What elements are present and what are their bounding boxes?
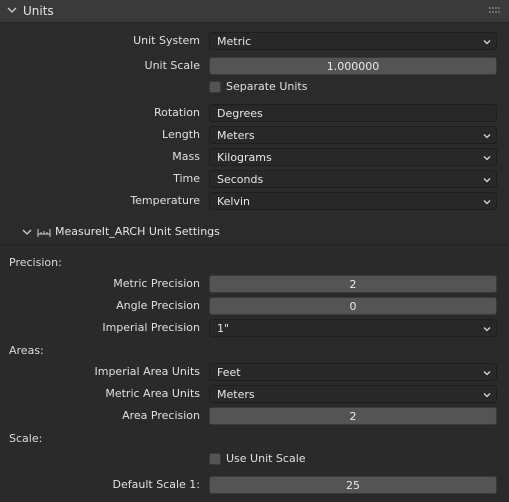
imperial-area-units-label: Imperial Area Units [94, 365, 200, 378]
rotation-label: Rotation [153, 106, 200, 119]
angle-precision-field[interactable]: 0 [209, 297, 497, 315]
chevron-down-icon [483, 178, 491, 183]
unit-scale-field[interactable]: 1.000000 [209, 57, 497, 75]
temperature-value: Kelvin [217, 195, 251, 208]
mass-value: Kilograms [217, 151, 272, 164]
chevron-down-icon [483, 371, 491, 376]
measureit-subpanel-title: MeasureIt_ARCH Unit Settings [55, 225, 220, 238]
mass-label: Mass [172, 150, 200, 163]
precision-section-label: Precision: [9, 256, 62, 269]
metric-precision-field[interactable]: 2 [209, 275, 497, 293]
angle-precision-label: Angle Precision [116, 299, 200, 312]
areas-section-label: Areas: [9, 344, 44, 357]
metric-precision-label: Metric Precision [113, 277, 200, 290]
length-label: Length [162, 128, 200, 141]
ruler-icon [37, 229, 51, 237]
length-value: Meters [217, 129, 255, 142]
rotation-dropdown[interactable]: Degrees [209, 104, 497, 122]
time-label: Time [173, 172, 200, 185]
metric-area-units-dropdown[interactable]: Meters [209, 385, 497, 403]
metric-precision-value: 2 [349, 278, 357, 291]
measureit-subpanel-header[interactable]: MeasureIt_ARCH Unit Settings [0, 222, 509, 242]
angle-precision-value: 0 [349, 300, 357, 313]
scale-section-label: Scale: [9, 432, 43, 445]
default-scale-value: 25 [346, 479, 360, 492]
chevron-down-icon [483, 156, 491, 161]
default-scale-field[interactable]: 25 [209, 476, 497, 494]
use-unit-scale-checkbox[interactable] [209, 453, 221, 465]
units-panel-header[interactable]: Units [0, 0, 509, 23]
time-value: Seconds [217, 173, 264, 186]
area-precision-value: 2 [349, 410, 357, 423]
area-precision-label: Area Precision [122, 409, 200, 422]
panel-title: Units [23, 4, 54, 18]
drag-handle-icon[interactable] [489, 7, 501, 15]
use-unit-scale-label: Use Unit Scale [226, 452, 306, 465]
chevron-down-icon [483, 393, 491, 398]
chevron-down-icon [483, 327, 491, 332]
temperature-label: Temperature [130, 194, 200, 207]
default-scale-label: Default Scale 1: [112, 478, 200, 491]
unit-system-label: Unit System [133, 34, 200, 47]
area-precision-field[interactable]: 2 [209, 407, 497, 425]
unit-system-dropdown[interactable]: Metric [209, 32, 497, 50]
use-unit-scale-toggle[interactable]: Use Unit Scale [209, 452, 329, 468]
imperial-area-units-value: Feet [217, 366, 241, 379]
temperature-dropdown[interactable]: Kelvin [209, 192, 497, 210]
unit-scale-label: Unit Scale [144, 59, 200, 72]
imperial-precision-label: Imperial Precision [102, 321, 200, 334]
chevron-down-icon [483, 134, 491, 139]
chevron-down-icon[interactable] [6, 4, 18, 16]
rotation-value: Degrees [217, 107, 263, 120]
mass-dropdown[interactable]: Kilograms [209, 148, 497, 166]
separate-units-label: Separate Units [226, 80, 308, 93]
chevron-down-icon[interactable] [21, 226, 33, 238]
imperial-precision-dropdown[interactable]: 1" [209, 319, 497, 337]
separate-units-checkbox[interactable] [209, 81, 221, 93]
unit-system-value: Metric [217, 35, 252, 48]
chevron-down-icon [483, 40, 491, 45]
length-dropdown[interactable]: Meters [209, 126, 497, 144]
metric-area-units-value: Meters [217, 388, 255, 401]
imperial-area-units-dropdown[interactable]: Feet [209, 363, 497, 381]
metric-area-units-label: Metric Area Units [105, 387, 200, 400]
unit-scale-value: 1.000000 [326, 60, 380, 73]
separate-units-toggle[interactable]: Separate Units [209, 80, 329, 96]
imperial-precision-value: 1" [217, 322, 230, 335]
chevron-down-icon [483, 200, 491, 205]
time-dropdown[interactable]: Seconds [209, 170, 497, 188]
